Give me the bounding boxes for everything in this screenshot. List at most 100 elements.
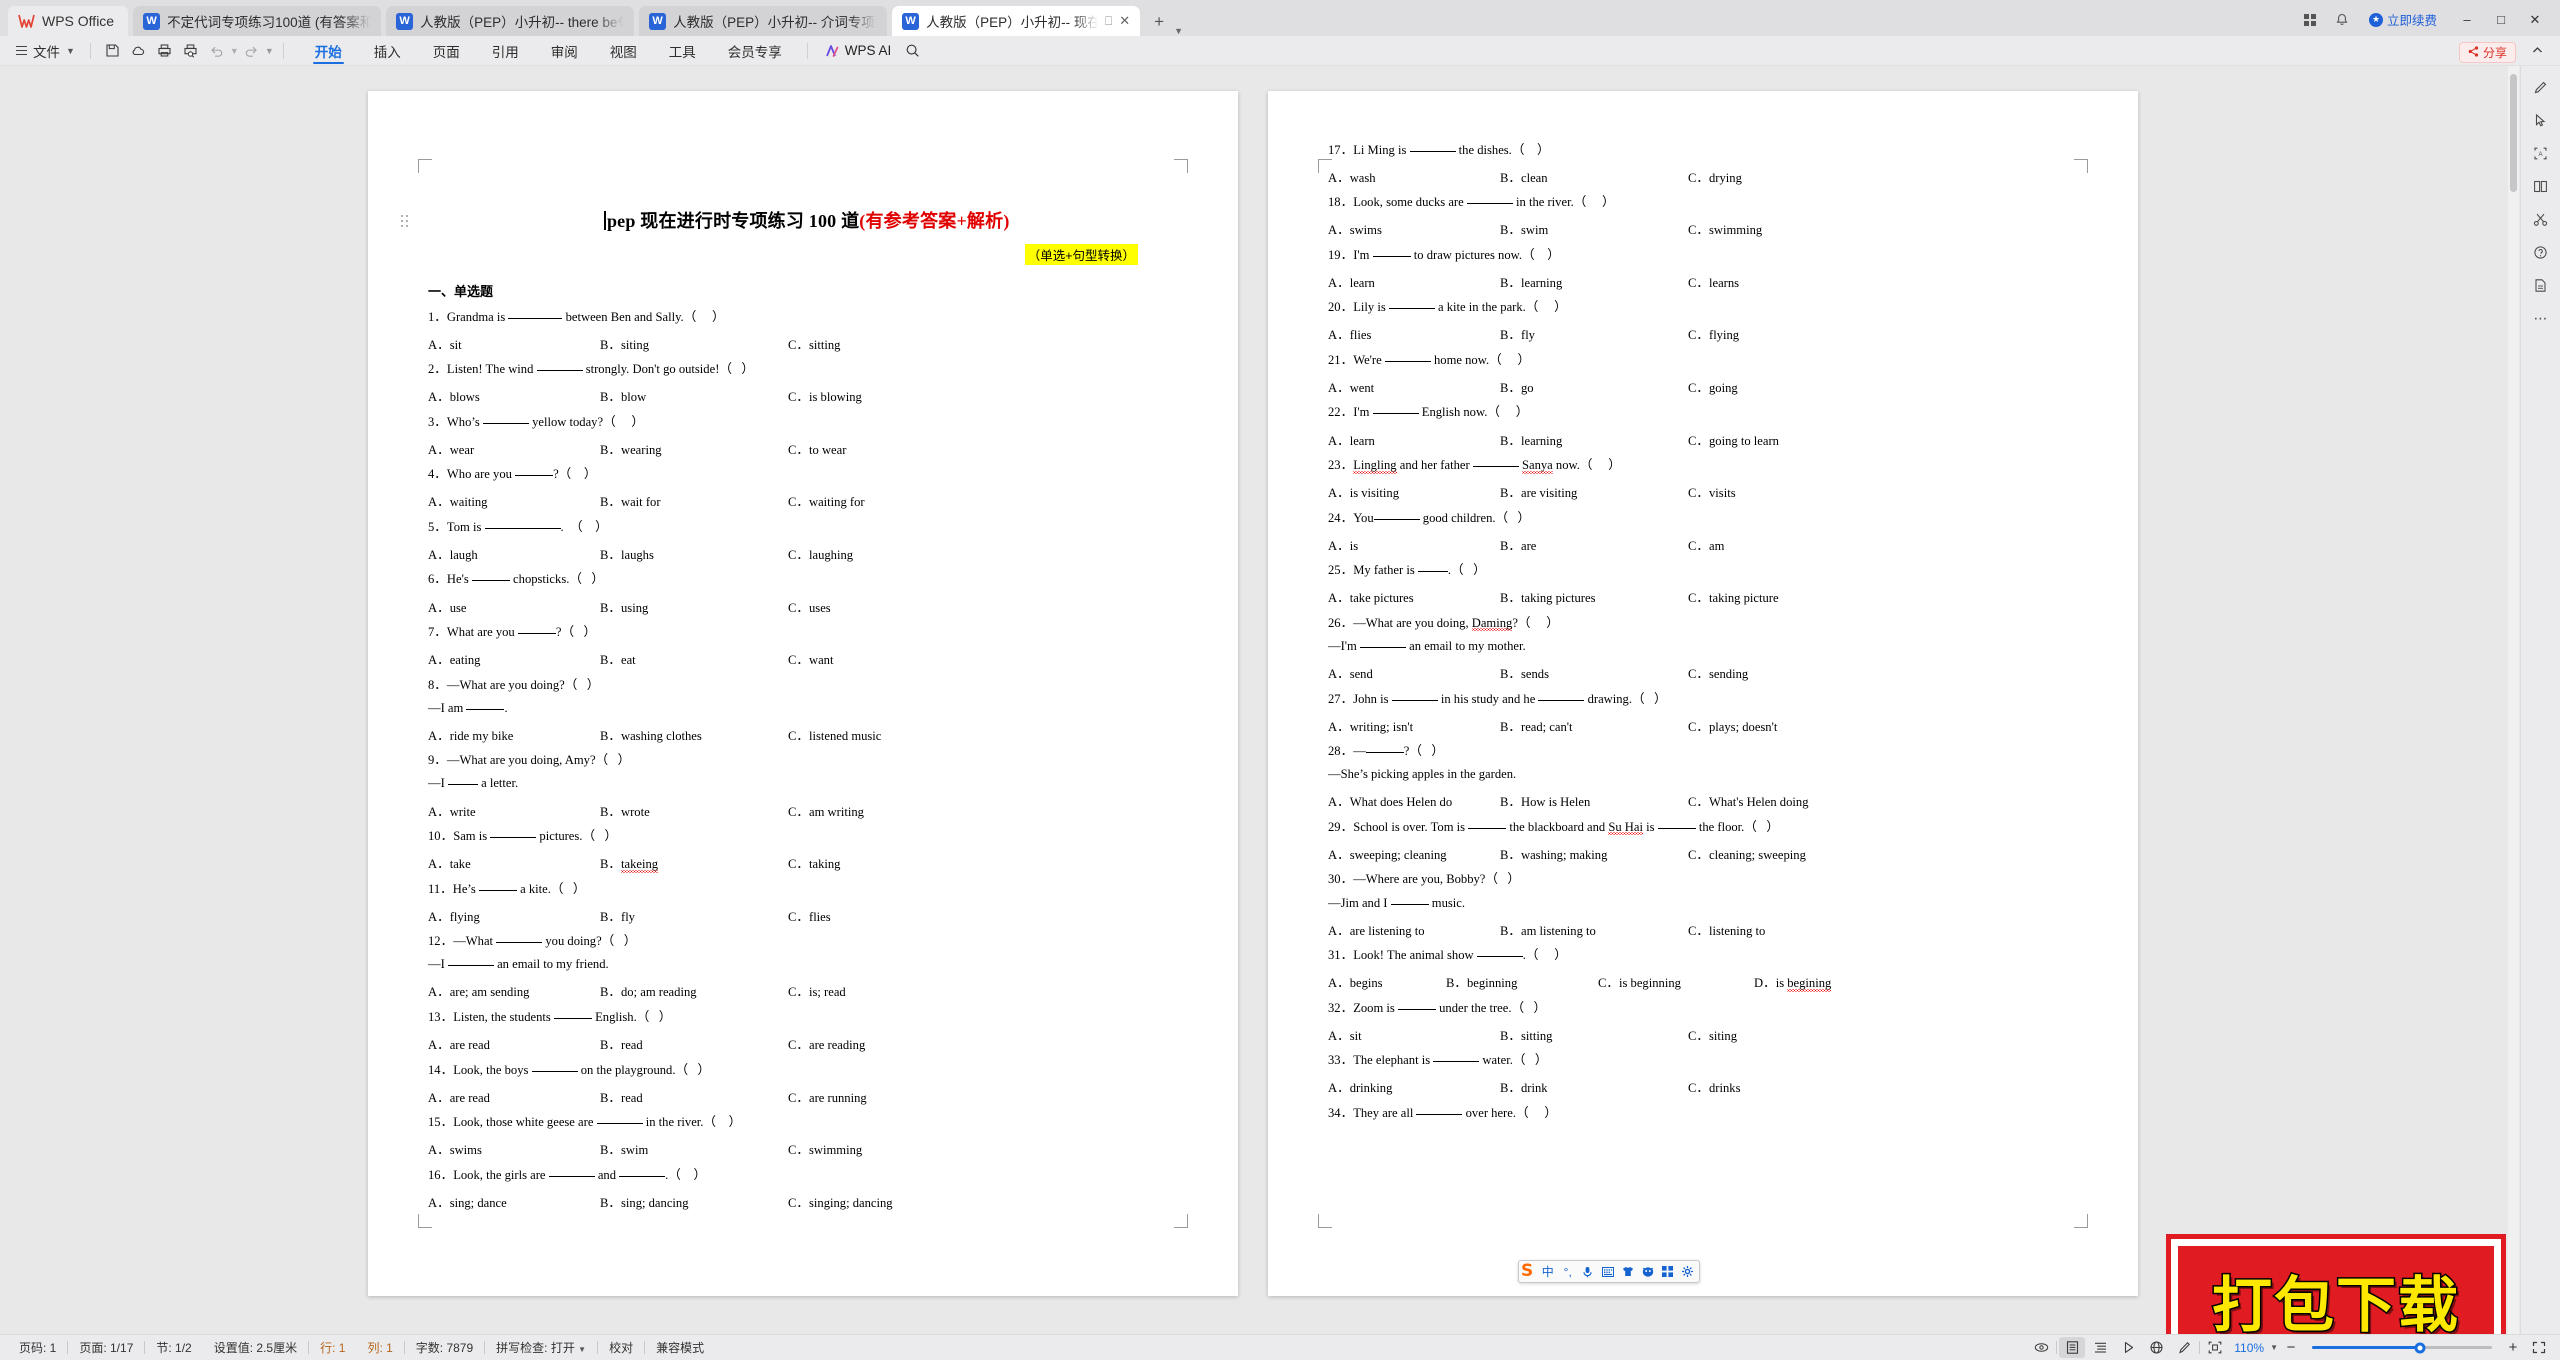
microphone-icon[interactable]: [1581, 1266, 1594, 1278]
option-c[interactable]: C．is blowing: [788, 386, 968, 405]
option-c[interactable]: C．listening to: [1688, 920, 1868, 939]
option-c[interactable]: C．drinks: [1688, 1077, 1868, 1096]
option-c[interactable]: C．drying: [1688, 167, 1868, 186]
read-view-icon[interactable]: [2115, 1337, 2141, 1358]
option-b[interactable]: B．are: [1500, 535, 1688, 554]
ribbon-tab-member[interactable]: 会员专享: [712, 36, 798, 65]
option-b[interactable]: B．washing clothes: [600, 725, 788, 744]
option-c[interactable]: C．uses: [788, 597, 968, 616]
option-b[interactable]: B．do; am reading: [600, 981, 788, 1000]
option-c[interactable]: C．sending: [1688, 663, 1868, 682]
option-a[interactable]: A．learn: [1328, 272, 1500, 291]
eye-preview-icon[interactable]: [2028, 1337, 2054, 1358]
option-a[interactable]: A．flying: [428, 906, 600, 925]
option-b[interactable]: B．are visiting: [1500, 482, 1688, 501]
option-a[interactable]: A．send: [1328, 663, 1500, 682]
maximize-icon[interactable]: □: [2484, 7, 2518, 33]
status-compat-mode[interactable]: 兼容模式: [645, 1339, 715, 1356]
outline-view-icon[interactable]: [2087, 1337, 2113, 1358]
option-b[interactable]: B．beginning: [1446, 972, 1598, 991]
new-tab-button[interactable]: +: [1146, 8, 1172, 36]
option-b[interactable]: B．eat: [600, 649, 788, 668]
option-c[interactable]: C．learns: [1688, 272, 1868, 291]
option-c[interactable]: C．What's Helen doing: [1688, 791, 1868, 810]
option-c[interactable]: C．want: [788, 649, 968, 668]
collapse-ribbon-icon[interactable]: [2524, 40, 2550, 62]
option-a[interactable]: A．wash: [1328, 167, 1500, 186]
option-b[interactable]: B．takeing: [600, 853, 788, 872]
zoom-in-button[interactable]: +: [2502, 1339, 2524, 1356]
option-c[interactable]: C．siting: [1688, 1025, 1868, 1044]
option-b[interactable]: B．fly: [600, 906, 788, 925]
minimize-icon[interactable]: –: [2450, 7, 2484, 33]
option-c[interactable]: C．am writing: [788, 801, 968, 820]
undo-dropdown-caret-icon[interactable]: ▼: [230, 46, 239, 56]
soft-keyboard-icon[interactable]: [1601, 1266, 1614, 1277]
option-a[interactable]: A．are read: [428, 1034, 600, 1053]
status-section[interactable]: 节: 1/2: [145, 1339, 202, 1356]
option-b[interactable]: B．learning: [1500, 430, 1688, 449]
option-d[interactable]: D．is begining: [1754, 972, 1832, 991]
status-page-number[interactable]: 页码: 1: [8, 1339, 67, 1356]
option-a[interactable]: A．wear: [428, 439, 600, 458]
toolbox-icon[interactable]: [1661, 1266, 1674, 1277]
option-b[interactable]: B．wearing: [600, 439, 788, 458]
document-tab-2[interactable]: W 人教版（PEP）小升初-- 介词专项练习: [639, 6, 888, 36]
emoji-icon[interactable]: [1641, 1266, 1654, 1277]
option-b[interactable]: B．learning: [1500, 272, 1688, 291]
option-a[interactable]: A．sit: [1328, 1025, 1500, 1044]
page-2-body[interactable]: 17．Li Ming is the dishes.（ ） A．wash B．cle…: [1328, 133, 2086, 1256]
option-b[interactable]: B．How is Helen: [1500, 791, 1688, 810]
option-a[interactable]: A．write: [428, 801, 600, 820]
ribbon-tab-insert[interactable]: 插入: [358, 36, 417, 65]
option-b[interactable]: B．sing; dancing: [600, 1192, 788, 1211]
customize-caret-icon[interactable]: ▼: [265, 46, 274, 56]
option-b[interactable]: B．read: [600, 1087, 788, 1106]
option-c[interactable]: C．flies: [788, 906, 968, 925]
ribbon-tab-page[interactable]: 页面: [417, 36, 476, 65]
punctuation-icon[interactable]: °,: [1561, 1265, 1574, 1279]
print-icon[interactable]: [152, 40, 178, 62]
option-c[interactable]: C．are reading: [788, 1034, 968, 1053]
option-a[interactable]: A．take: [428, 853, 600, 872]
option-b[interactable]: B．using: [600, 597, 788, 616]
status-word-count[interactable]: 字数: 7879: [405, 1339, 484, 1356]
option-c[interactable]: C．cleaning; sweeping: [1688, 844, 1868, 863]
option-a[interactable]: A．What does Helen do: [1328, 791, 1500, 810]
option-a[interactable]: A．begins: [1328, 972, 1446, 991]
chevron-down-icon[interactable]: ▼: [1174, 26, 1183, 36]
document-page-1[interactable]: pep 现在进行时专项练习 100 道(有参考答案+解析) （单选+句型转换） …: [368, 91, 1238, 1296]
option-b[interactable]: B．laughs: [600, 544, 788, 563]
bell-icon[interactable]: [2328, 8, 2356, 32]
option-c[interactable]: C．listened music: [788, 725, 968, 744]
status-margin-value[interactable]: 设置值: 2.5厘米: [203, 1339, 308, 1356]
zoom-slider[interactable]: [2312, 1342, 2492, 1353]
option-b[interactable]: B．swim: [1500, 219, 1688, 238]
option-b[interactable]: B．fly: [1500, 324, 1688, 343]
document-tab-3-active[interactable]: W 人教版（PEP）小升初-- 现在进 ⎕ ✕: [892, 6, 1141, 36]
renew-vip-button[interactable]: ★ 立即续费: [2360, 8, 2446, 31]
zoom-slider-knob[interactable]: [2414, 1342, 2426, 1353]
option-a[interactable]: A．waiting: [428, 491, 600, 510]
option-a[interactable]: A．sweeping; cleaning: [1328, 844, 1500, 863]
scrollbar-thumb[interactable]: [2510, 74, 2517, 192]
option-c[interactable]: C．waiting for: [788, 491, 968, 510]
option-a[interactable]: A．swims: [1328, 219, 1500, 238]
option-a[interactable]: A．take pictures: [1328, 587, 1500, 606]
option-a[interactable]: A．is: [1328, 535, 1500, 554]
option-a[interactable]: A．went: [1328, 377, 1500, 396]
fullscreen-icon[interactable]: [2526, 1337, 2552, 1358]
option-a[interactable]: A．are listening to: [1328, 920, 1500, 939]
option-c[interactable]: C．taking: [788, 853, 968, 872]
ocr-icon[interactable]: A: [2526, 138, 2556, 168]
share-button[interactable]: 分享: [2458, 42, 2516, 63]
ribbon-tab-view[interactable]: 视图: [594, 36, 653, 65]
file-menu-button[interactable]: 文件 ▼: [10, 41, 81, 61]
option-c[interactable]: C．are running: [788, 1087, 968, 1106]
option-b[interactable]: B．am listening to: [1500, 920, 1688, 939]
option-c[interactable]: C．plays; doesn't: [1688, 716, 1868, 735]
vertical-scrollbar[interactable]: [2508, 66, 2519, 1334]
option-a[interactable]: A．eating: [428, 649, 600, 668]
document-workspace[interactable]: pep 现在进行时专项练习 100 道(有参考答案+解析) （单选+句型转换） …: [0, 66, 2560, 1334]
page-layout-icon[interactable]: [2059, 1337, 2086, 1358]
